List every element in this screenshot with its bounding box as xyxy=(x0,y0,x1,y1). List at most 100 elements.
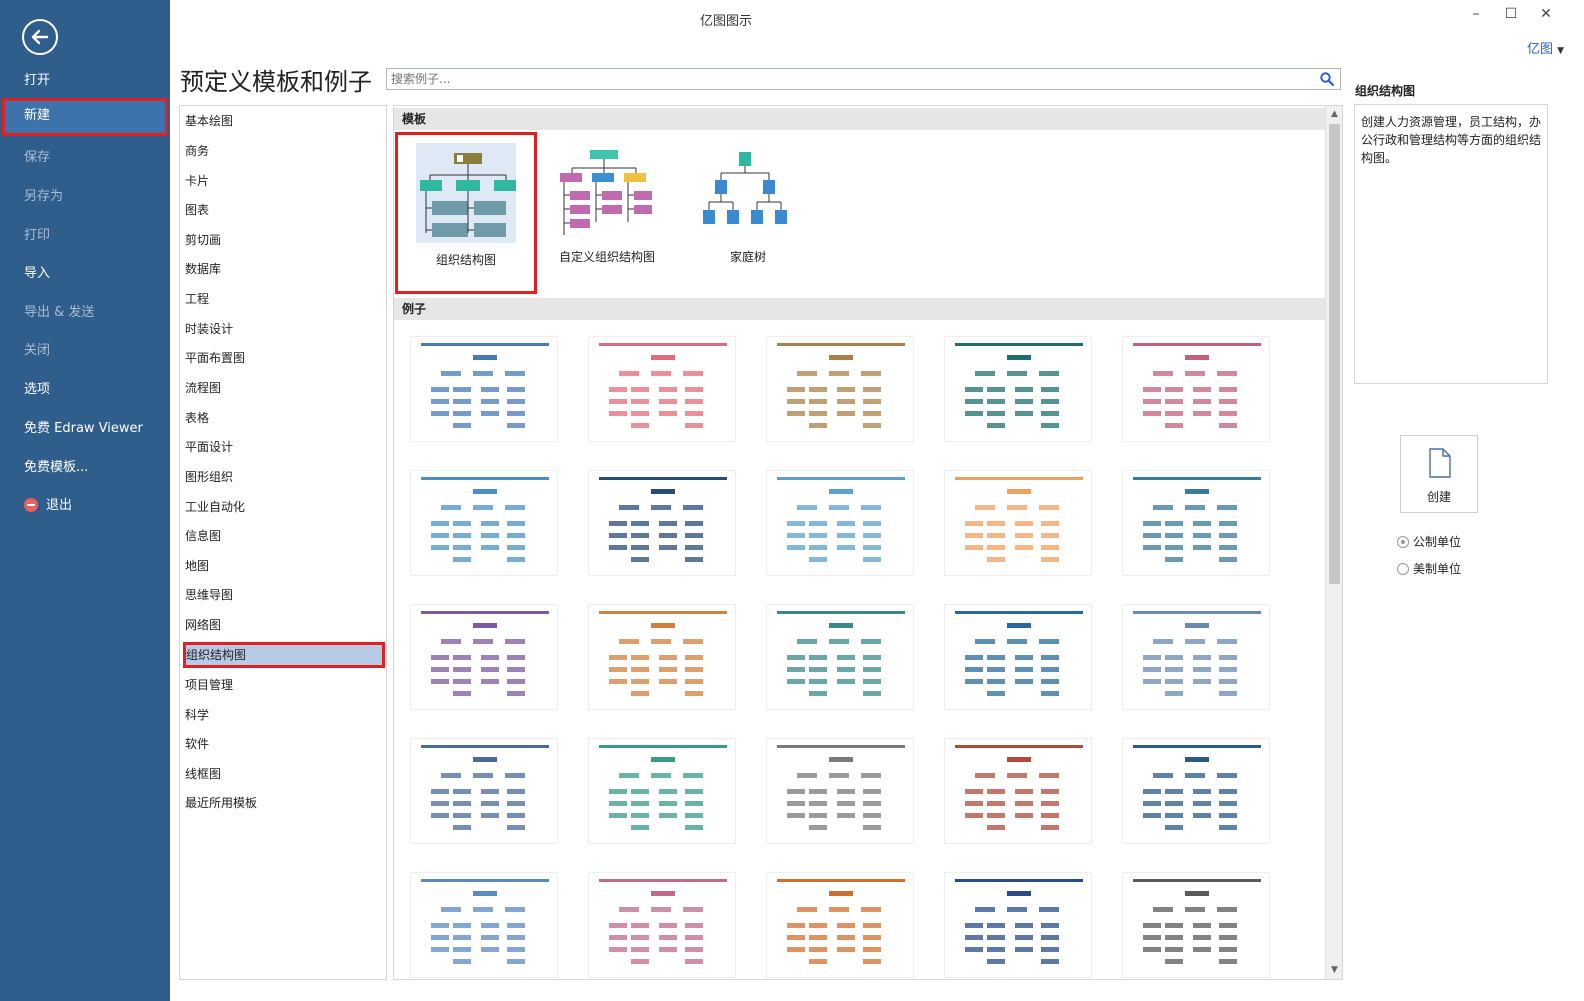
category-item[interactable]: 科学 xyxy=(183,702,385,728)
template-org-chart[interactable]: 组织结构图 xyxy=(395,132,537,294)
example-node xyxy=(651,505,671,510)
scroll-up-icon[interactable]: ▲ xyxy=(1326,106,1343,123)
category-item[interactable]: 思维导图 xyxy=(183,582,385,608)
category-item[interactable]: 工程 xyxy=(183,286,385,312)
example-thumbnail[interactable] xyxy=(1122,604,1270,710)
category-item[interactable]: 线框图 xyxy=(183,761,385,787)
example-node xyxy=(829,907,849,912)
metric-units-radio[interactable]: 公制单位 xyxy=(1397,533,1461,550)
nav-item-options[interactable]: 选项 xyxy=(2,372,168,408)
example-thumbnail[interactable] xyxy=(410,872,558,978)
example-thumbnail[interactable] xyxy=(588,738,736,844)
example-thumbnail[interactable] xyxy=(410,336,558,442)
nav-item-print[interactable]: 打印 xyxy=(2,218,168,254)
example-thumbnail[interactable] xyxy=(766,470,914,576)
nav-item-import[interactable]: 导入 xyxy=(2,256,168,292)
example-thumbnail[interactable] xyxy=(944,470,1092,576)
category-item[interactable]: 图表 xyxy=(183,197,385,223)
template-custom-org-chart[interactable]: 自定义组织结构图 xyxy=(536,132,678,294)
category-item[interactable]: 信息图 xyxy=(183,523,385,549)
brand-menu[interactable]: 亿图 ▼ xyxy=(1527,38,1564,57)
category-item[interactable]: 时装设计 xyxy=(183,316,385,342)
example-thumbnail[interactable] xyxy=(1122,738,1270,844)
category-item[interactable]: 工业自动化 xyxy=(183,494,385,520)
example-node xyxy=(1193,667,1211,672)
example-node xyxy=(809,813,827,818)
category-item[interactable]: 数据库 xyxy=(183,256,385,282)
nav-item-save[interactable]: 保存 xyxy=(2,140,168,176)
example-thumbnail[interactable] xyxy=(1122,336,1270,442)
nav-item-save-as[interactable]: 另存为 xyxy=(2,179,168,215)
example-thumbnail[interactable] xyxy=(588,336,736,442)
category-item[interactable]: 卡片 xyxy=(183,168,385,194)
example-node xyxy=(1041,959,1059,964)
template-family-tree[interactable]: 家庭树 xyxy=(677,132,819,294)
example-node xyxy=(659,947,677,952)
category-item[interactable]: 地图 xyxy=(183,553,385,579)
category-item[interactable]: 商务 xyxy=(183,138,385,164)
category-item[interactable]: 平面布置图 xyxy=(183,345,385,371)
example-thumbnail[interactable] xyxy=(410,604,558,710)
search-icon[interactable] xyxy=(1320,72,1334,90)
example-node xyxy=(1185,757,1209,762)
example-node xyxy=(965,411,983,416)
example-node xyxy=(631,545,649,550)
nav-item-open[interactable]: 打开 xyxy=(2,63,168,99)
category-item[interactable]: 表格 xyxy=(183,405,385,431)
category-item[interactable]: 项目管理 xyxy=(183,672,385,698)
nav-item-new[interactable]: 新建 xyxy=(2,98,168,136)
example-thumbnail[interactable] xyxy=(944,738,1092,844)
category-item[interactable]: 基本绘图 xyxy=(183,108,385,134)
example-node xyxy=(431,923,449,928)
category-item[interactable]: 网络图 xyxy=(183,612,385,638)
example-thumbnail[interactable] xyxy=(766,604,914,710)
example-thumbnail[interactable] xyxy=(1122,470,1270,576)
example-thumbnail[interactable] xyxy=(588,470,736,576)
example-node xyxy=(787,521,805,526)
category-item[interactable]: 剪切画 xyxy=(183,227,385,253)
example-thumbnail[interactable] xyxy=(944,604,1092,710)
gallery-scrollbar[interactable]: ▲ ▼ xyxy=(1325,106,1342,979)
example-thumbnail[interactable] xyxy=(944,872,1092,978)
example-thumbnail[interactable] xyxy=(766,872,914,978)
example-node xyxy=(507,399,525,404)
example-node xyxy=(507,521,525,526)
example-thumbnail[interactable] xyxy=(410,470,558,576)
example-node xyxy=(987,691,1005,696)
category-item-selected[interactable]: 组织结构图 xyxy=(183,642,385,668)
nav-item-export-send[interactable]: 导出 & 发送 xyxy=(2,295,168,331)
example-thumbnail[interactable] xyxy=(588,604,736,710)
example-thumbnail[interactable] xyxy=(944,336,1092,442)
category-item[interactable]: 最近所用模板 xyxy=(183,790,385,816)
example-node xyxy=(1185,489,1209,494)
us-units-radio[interactable]: 美制单位 xyxy=(1397,560,1461,577)
example-node xyxy=(609,679,627,684)
close-icon[interactable]: ✕ xyxy=(1536,6,1556,22)
example-node xyxy=(685,387,703,392)
nav-item-free-viewer[interactable]: 免费 Edraw Viewer xyxy=(2,411,168,447)
scroll-thumb[interactable] xyxy=(1329,124,1340,584)
search-input[interactable] xyxy=(387,69,1307,89)
example-thumbnail[interactable] xyxy=(766,738,914,844)
category-item[interactable]: 软件 xyxy=(183,731,385,757)
scroll-down-icon[interactable]: ▼ xyxy=(1326,962,1343,979)
nav-item-free-templates[interactable]: 免费模板... xyxy=(2,450,168,486)
nav-item-exit[interactable]: 退出 xyxy=(2,488,168,524)
example-node xyxy=(441,639,461,644)
example-thumbnail[interactable] xyxy=(1122,872,1270,978)
example-thumbnail[interactable] xyxy=(766,336,914,442)
minimize-icon[interactable]: – xyxy=(1466,6,1486,22)
category-item[interactable]: 平面设计 xyxy=(183,434,385,460)
example-node xyxy=(481,789,499,794)
example-thumbnail[interactable] xyxy=(588,872,736,978)
example-node xyxy=(507,533,525,538)
back-arrow-icon[interactable] xyxy=(22,19,58,55)
example-thumbnail[interactable] xyxy=(410,738,558,844)
example-node xyxy=(1219,679,1237,684)
category-item[interactable]: 流程图 xyxy=(183,375,385,401)
example-node xyxy=(1143,947,1161,952)
category-item[interactable]: 图形组织 xyxy=(183,464,385,490)
nav-item-close[interactable]: 关闭 xyxy=(2,333,168,369)
maximize-icon[interactable]: ☐ xyxy=(1501,6,1521,22)
create-button[interactable]: 创建 xyxy=(1400,435,1478,513)
